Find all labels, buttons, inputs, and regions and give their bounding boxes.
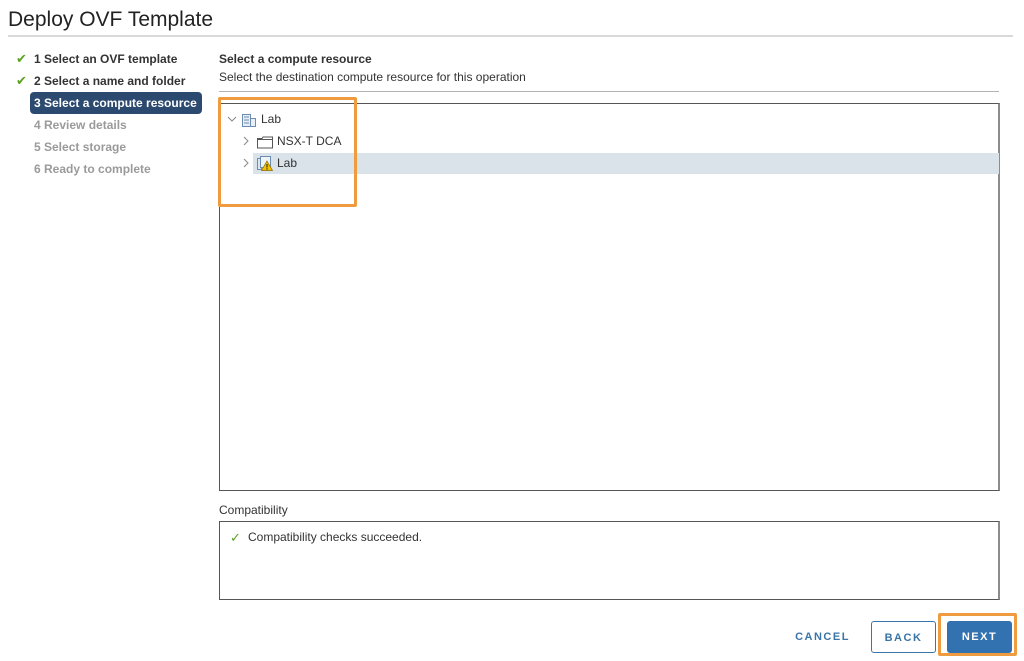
wizard-step-label: 3 Select a compute resource xyxy=(34,96,197,110)
wizard-step-2[interactable]: ✔ 2 Select a name and folder xyxy=(14,70,206,92)
wizard-step-5: 5 Select storage xyxy=(14,136,206,158)
wizard-step-6: 6 Ready to complete xyxy=(14,158,206,180)
check-icon: ✔ xyxy=(16,73,27,88)
wizard-steps: ✔ 1 Select an OVF template ✔ 2 Select a … xyxy=(14,48,206,180)
cancel-button[interactable]: CANCEL xyxy=(785,621,860,653)
section-divider xyxy=(219,91,999,92)
page-title: Deploy OVF Template xyxy=(8,8,214,31)
wizard-step-label: 2 Select a name and folder xyxy=(34,74,186,88)
wizard-step-1[interactable]: ✔ 1 Select an OVF template xyxy=(14,48,206,70)
annotation-highlight-tree xyxy=(218,97,357,207)
wizard-step-label: 6 Ready to complete xyxy=(34,162,151,176)
check-icon: ✔ xyxy=(16,51,27,66)
wizard-step-label: 5 Select storage xyxy=(34,140,127,154)
title-divider xyxy=(8,35,1013,37)
compatibility-label: Compatibility xyxy=(219,503,288,517)
compatibility-message: Compatibility checks succeeded. xyxy=(248,530,423,544)
check-icon: ✓ xyxy=(230,530,241,545)
wizard-step-label: 4 Review details xyxy=(34,118,127,132)
compatibility-panel: ✓ Compatibility checks succeeded. xyxy=(219,521,1000,600)
section-title: Select a compute resource xyxy=(219,52,372,66)
annotation-highlight-next xyxy=(938,613,1017,656)
wizard-step-3[interactable]: 3 Select a compute resource xyxy=(30,92,202,114)
wizard-step-4: 4 Review details xyxy=(14,114,206,136)
selection-highlight xyxy=(253,153,999,174)
wizard-step-label: 1 Select an OVF template xyxy=(34,52,178,66)
back-button[interactable]: BACK xyxy=(871,621,936,653)
section-subtitle: Select the destination compute resource … xyxy=(219,70,526,84)
